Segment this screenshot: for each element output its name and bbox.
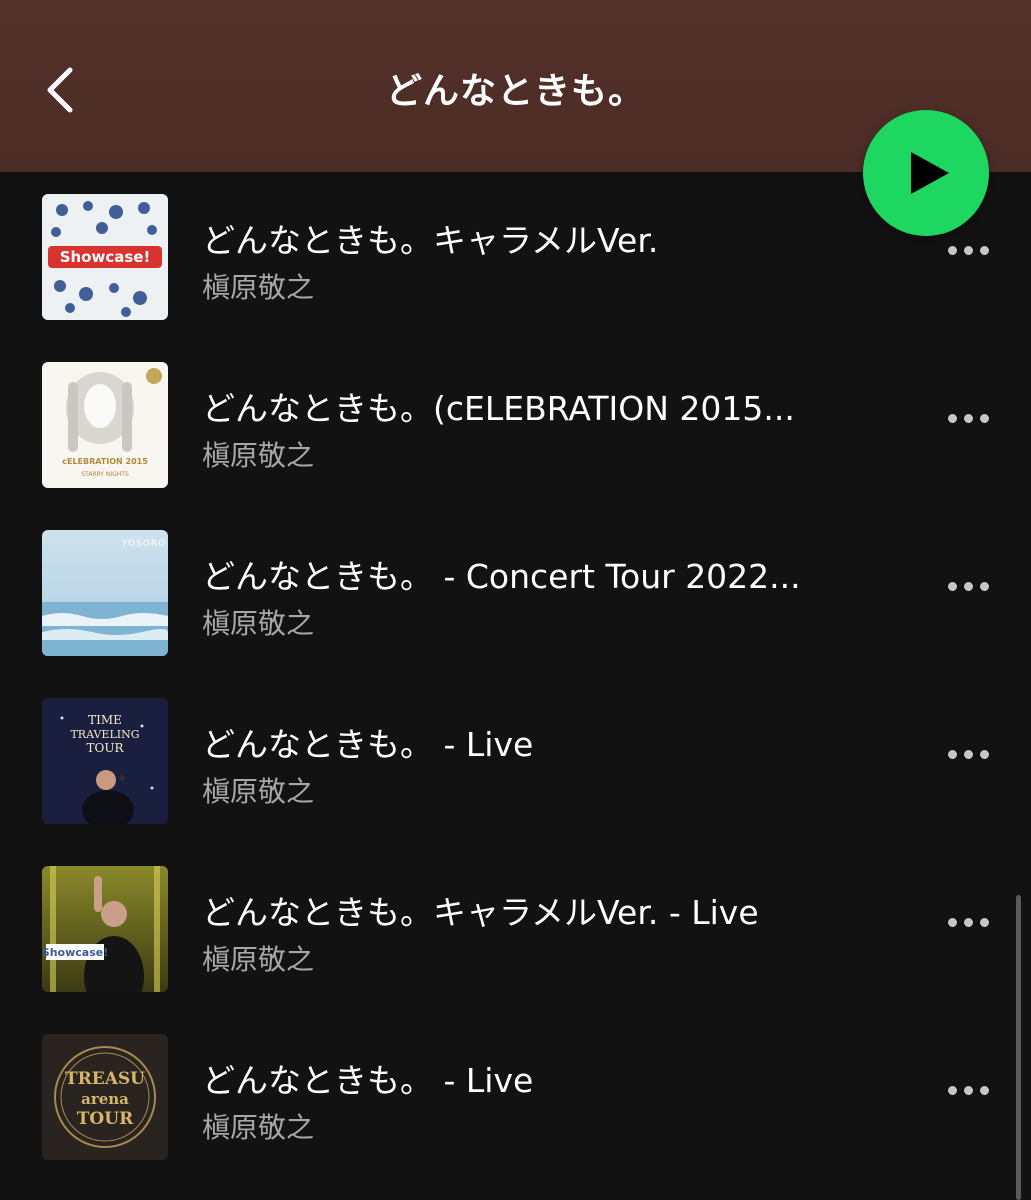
more-options-button[interactable] — [940, 1074, 998, 1104]
page-title: どんなときも。 — [385, 71, 645, 112]
track-title: どんなときも。キャラメルVer. - Live — [202, 893, 759, 932]
track-row[interactable]: cELEBRATION 2015 STARRY NIGHTS どんなときも。(c… — [0, 340, 1031, 508]
track-title: どんなときも。キャラメルVer. — [202, 221, 659, 260]
svg-text:STARRY NIGHTS: STARRY NIGHTS — [81, 471, 129, 478]
time-traveling-tour-album-art: TIME TRAVELING TOUR — [42, 698, 168, 824]
more-options-button[interactable] — [940, 402, 998, 432]
svg-text:YOSORO: YOSORO — [121, 539, 166, 549]
play-button[interactable] — [863, 110, 989, 236]
scrollbar[interactable] — [1016, 895, 1021, 1200]
svg-text:TREASU: TREASU — [65, 1069, 145, 1089]
track-artist: 槇原敬之 — [202, 1111, 315, 1144]
track-row[interactable]: Showcase! どんなときも。キャラメルVer. - Live 槇原敬之 — [0, 844, 1031, 1012]
celebration-2015-album-art: cELEBRATION 2015 STARRY NIGHTS — [42, 362, 168, 488]
playlist-screen: どんなときも。 Showcase! どんなときも。キャラメルVer. 槇原敬之 … — [0, 0, 1031, 1200]
track-artist: 槇原敬之 — [202, 943, 315, 976]
svg-text:arena: arena — [81, 1090, 129, 1108]
track-artist: 槇原敬之 — [202, 271, 315, 304]
treasure-arena-tour-album-art: TREASU arena TOUR — [42, 1034, 168, 1160]
showcase-live-album-art: Showcase! — [42, 866, 168, 992]
track-title: どんなときも。 - Live — [202, 725, 534, 764]
track-row[interactable]: TREASU arena TOUR どんなときも。 - Live 槇原敬之 — [0, 1012, 1031, 1180]
more-options-button[interactable] — [940, 234, 998, 264]
track-row[interactable]: YOSORO どんなときも。 - Concert Tour 2022... 槇原… — [0, 508, 1031, 676]
svg-text:TOUR: TOUR — [87, 741, 125, 755]
track-row[interactable]: TIME TRAVELING TOUR どんなときも。 - Live 槇原敬之 — [0, 676, 1031, 844]
more-options-button[interactable] — [940, 738, 998, 768]
track-title: どんなときも。 - Concert Tour 2022... — [202, 557, 801, 596]
yosoro-album-art: YOSORO — [42, 530, 168, 656]
play-icon — [911, 152, 949, 194]
track-artist: 槇原敬之 — [202, 775, 315, 808]
svg-text:TOUR: TOUR — [77, 1109, 134, 1129]
svg-text:TRAVELING: TRAVELING — [70, 728, 139, 741]
showcase-album-art: Showcase! — [42, 194, 168, 320]
track-artist: 槇原敬之 — [202, 607, 315, 640]
track-artist: 槇原敬之 — [202, 439, 315, 472]
svg-text:TIME: TIME — [88, 713, 122, 727]
svg-text:cELEBRATION 2015: cELEBRATION 2015 — [62, 457, 148, 466]
more-options-button[interactable] — [940, 906, 998, 936]
track-title: どんなときも。 - Live — [202, 1061, 534, 1100]
svg-text:Showcase!: Showcase! — [42, 946, 108, 959]
track-title: どんなときも。(cELEBRATION 2015... — [202, 389, 795, 428]
more-options-button[interactable] — [940, 570, 998, 600]
svg-text:Showcase!: Showcase! — [60, 248, 151, 266]
